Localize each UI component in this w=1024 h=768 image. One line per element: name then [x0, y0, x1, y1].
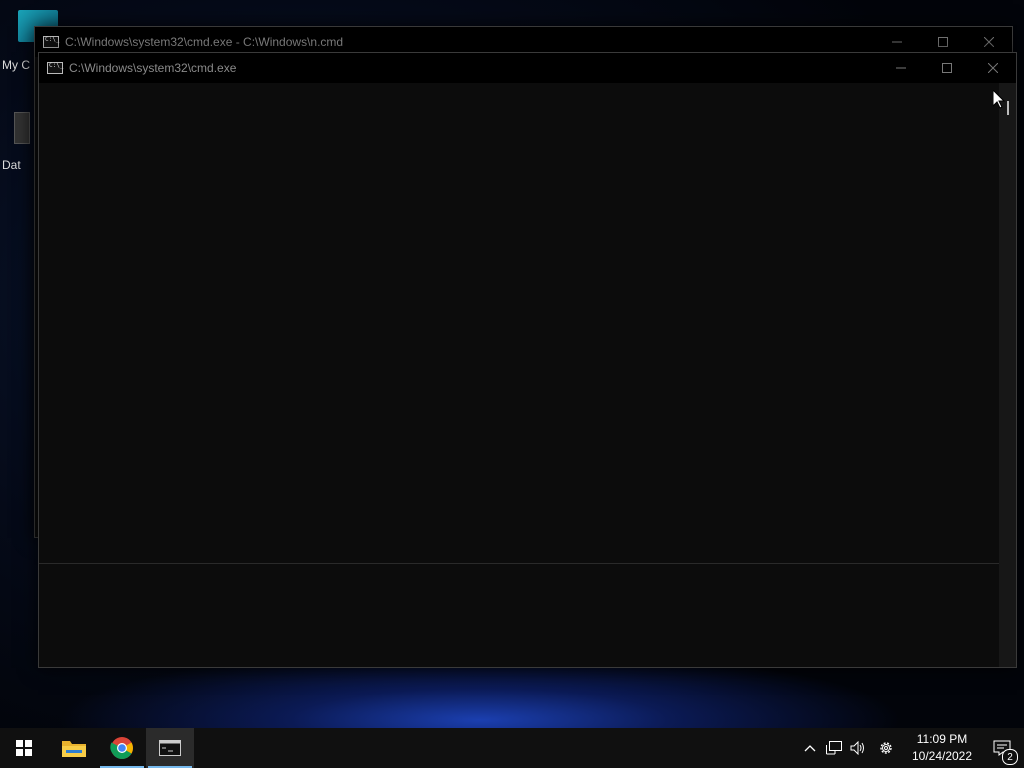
- volume-button[interactable]: [846, 728, 870, 768]
- chrome-icon: [110, 737, 133, 759]
- network-button[interactable]: [822, 728, 846, 768]
- cmd-icon: [47, 62, 63, 74]
- close-icon: [984, 37, 994, 47]
- maximize-icon: [942, 63, 952, 73]
- title-bar[interactable]: C:\Windows\system32\cmd.exe: [39, 53, 1016, 83]
- taskbar-cmd[interactable]: [146, 728, 194, 768]
- cmd-icon: [159, 740, 181, 756]
- maximize-button[interactable]: [924, 53, 970, 83]
- taskbar-chrome[interactable]: [98, 728, 146, 768]
- clock-date: 10/24/2022: [911, 749, 973, 763]
- cmd-icon: [43, 36, 59, 48]
- taskbar: 11:09 PM 10/24/2022 2: [0, 728, 1024, 768]
- taskbar-clock[interactable]: 11:09 PM 10/24/2022: [904, 731, 980, 765]
- vertical-scrollbar[interactable]: [999, 83, 1016, 667]
- close-icon: [988, 63, 998, 73]
- show-hidden-icons-button[interactable]: [798, 728, 822, 768]
- file-icon: [14, 112, 30, 144]
- system-tray: 11:09 PM 10/24/2022 2: [798, 728, 1024, 768]
- minimize-button[interactable]: [878, 53, 924, 83]
- action-center-button[interactable]: 2: [980, 728, 1024, 768]
- folder-icon: [62, 741, 86, 757]
- desktop-icon-label: My C: [2, 58, 30, 72]
- volume-icon: [850, 741, 864, 755]
- windows-logo-icon: [16, 740, 32, 756]
- cmd-window-foreground[interactable]: C:\Windows\system32\cmd.exe: [38, 52, 1017, 668]
- clock-time: 11:09 PM: [916, 732, 968, 746]
- mouse-cursor-icon: [993, 90, 1005, 109]
- network-icon: [826, 741, 842, 755]
- notification-count-badge: 2: [1002, 749, 1018, 765]
- minimize-icon: [892, 41, 902, 43]
- settings-icon: [880, 742, 892, 754]
- start-button[interactable]: [0, 728, 48, 768]
- minimize-icon: [896, 67, 906, 69]
- desktop-icon-label: Dat: [2, 158, 21, 172]
- scrollbar-thumb[interactable]: [1007, 101, 1009, 115]
- taskbar-file-explorer[interactable]: [50, 728, 98, 768]
- close-button[interactable]: [970, 53, 1016, 83]
- chevron-up-icon: [804, 745, 816, 752]
- divider: [39, 563, 999, 564]
- console-output-area[interactable]: [39, 83, 999, 667]
- window-title: C:\Windows\system32\cmd.exe: [69, 61, 237, 75]
- window-title: C:\Windows\system32\cmd.exe - C:\Windows…: [65, 35, 344, 49]
- maximize-icon: [938, 37, 948, 47]
- settings-button[interactable]: [874, 728, 898, 768]
